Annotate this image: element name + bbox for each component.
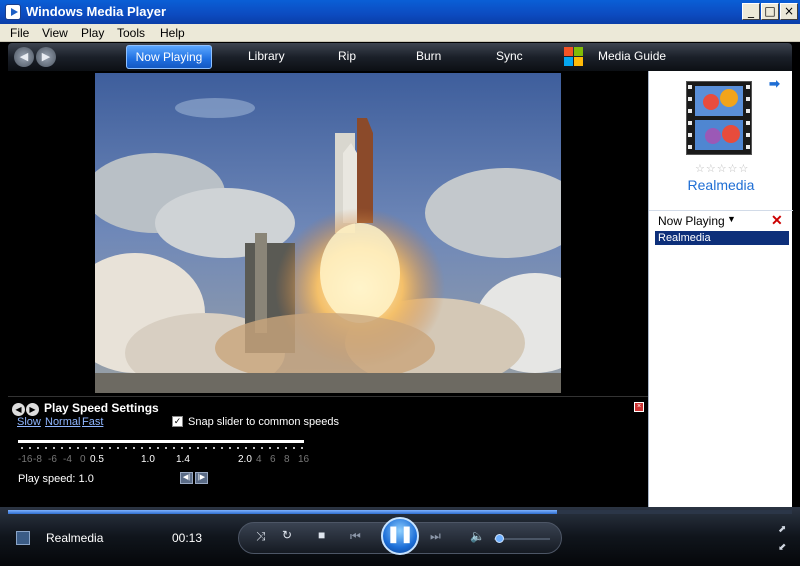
tick-label: 2.0 bbox=[238, 454, 252, 465]
menu-bar: File View Play Tools Help bbox=[0, 24, 800, 42]
tick-label: 1.4 bbox=[176, 454, 190, 465]
close-panel-icon[interactable]: × bbox=[634, 402, 644, 412]
nav-bar: ◀ ▶ Now Playing Library Rip Burn Sync Me… bbox=[8, 43, 792, 71]
tick-label: 0.5 bbox=[90, 454, 104, 465]
fast-link[interactable]: Fast bbox=[82, 416, 103, 428]
maximize-button[interactable]: □ bbox=[761, 3, 779, 20]
tick-label: -6 bbox=[48, 454, 57, 465]
tick-label: -16 bbox=[18, 454, 33, 465]
play-speed-panel: ◀ ▶ Play Speed Settings × Slow Normal Fas… bbox=[8, 396, 648, 507]
now-playing-pane: ➡ ☆☆☆☆☆ Realmedia Now Playing ▼ ✕ Realme… bbox=[648, 71, 793, 507]
video-area[interactable] bbox=[8, 71, 648, 396]
slider-tick-marks bbox=[18, 447, 304, 449]
tick-label: -8 bbox=[33, 454, 42, 465]
next-icon[interactable]: ⏭ bbox=[430, 529, 441, 544]
film-strip-icon bbox=[687, 82, 751, 154]
chevron-down-icon[interactable]: ▼ bbox=[727, 214, 736, 224]
tick-label: 8 bbox=[284, 454, 290, 465]
video-frame[interactable] bbox=[95, 73, 561, 393]
transport-bar: Realmedia 00:13 ⤨ ↻ ■ ⏮ ❚❚ ⏭ 🔈 ⬈ ⬋ bbox=[0, 507, 800, 566]
back-arrow-icon[interactable]: ◀ bbox=[14, 47, 34, 67]
menu-tools[interactable]: Tools bbox=[117, 26, 145, 40]
album-title[interactable]: Realmedia bbox=[649, 177, 793, 193]
playlist-item[interactable]: Realmedia bbox=[655, 231, 789, 245]
play-speed-value: Play speed: 1.0 bbox=[18, 473, 94, 485]
minimize-button[interactable]: _ bbox=[742, 3, 760, 20]
media-title: Realmedia bbox=[46, 531, 104, 545]
window-title: Windows Media Player bbox=[26, 4, 167, 19]
windows-flag-icon bbox=[564, 47, 584, 67]
tab-now-playing[interactable]: Now Playing bbox=[126, 45, 212, 69]
enhancement-nav: ◀ ▶ bbox=[12, 401, 40, 416]
repeat-icon[interactable]: ↻ bbox=[282, 528, 292, 542]
normal-link[interactable]: Normal bbox=[45, 416, 80, 428]
volume-knob[interactable] bbox=[495, 534, 504, 543]
close-button[interactable]: × bbox=[780, 3, 798, 20]
pause-button[interactable]: ❚❚ bbox=[381, 517, 419, 555]
tab-burn[interactable]: Burn bbox=[416, 49, 441, 63]
elapsed-time: 00:13 bbox=[172, 531, 203, 545]
snap-label: Snap slider to common speeds bbox=[188, 416, 340, 428]
tick-label: 6 bbox=[270, 454, 276, 465]
step-back-icon[interactable]: ◀| bbox=[180, 472, 193, 484]
shuttle-launch-image bbox=[95, 73, 561, 393]
rating-stars[interactable]: ☆☆☆☆☆ bbox=[695, 162, 749, 175]
tick-label: -4 bbox=[63, 454, 72, 465]
tab-library[interactable]: Library bbox=[248, 49, 285, 63]
menu-help[interactable]: Help bbox=[160, 26, 185, 40]
media-file-icon bbox=[16, 531, 30, 545]
go-arrow-icon[interactable]: ➡ bbox=[769, 76, 780, 92]
seek-bar[interactable] bbox=[8, 510, 792, 514]
tick-label: 1.0 bbox=[141, 454, 155, 465]
menu-file[interactable]: File bbox=[10, 26, 29, 40]
tick-label: 4 bbox=[256, 454, 262, 465]
now-playing-dropdown[interactable]: Now Playing bbox=[658, 214, 725, 228]
shuffle-icon[interactable]: ⤨ bbox=[256, 529, 266, 544]
speed-slider[interactable] bbox=[18, 440, 304, 443]
mute-icon[interactable]: 🔈 bbox=[470, 529, 485, 543]
switch-to-skin-icon[interactable]: ⬈ bbox=[778, 524, 786, 535]
full-screen-icon[interactable]: ⬋ bbox=[778, 542, 786, 553]
previous-enhancement-icon[interactable]: ◀ bbox=[12, 403, 25, 416]
previous-icon[interactable]: ⏮ bbox=[350, 529, 361, 544]
seek-progress bbox=[8, 510, 557, 514]
divider bbox=[649, 210, 793, 211]
slow-link[interactable]: Slow bbox=[17, 416, 41, 428]
tick-label: 0 bbox=[80, 454, 86, 465]
media-player-icon bbox=[5, 4, 21, 20]
menu-play[interactable]: Play bbox=[81, 26, 104, 40]
tab-media-guide[interactable]: Media Guide bbox=[598, 49, 666, 63]
clear-list-icon[interactable]: ✕ bbox=[771, 212, 783, 229]
album-art[interactable] bbox=[686, 81, 752, 155]
stop-icon[interactable]: ■ bbox=[318, 528, 325, 542]
next-enhancement-icon[interactable]: ▶ bbox=[26, 403, 39, 416]
menu-view[interactable]: View bbox=[42, 26, 68, 40]
panel-title: Play Speed Settings bbox=[44, 401, 159, 415]
snap-checkbox[interactable]: ✓ bbox=[172, 416, 183, 427]
tick-label: 16 bbox=[298, 454, 310, 465]
tab-rip[interactable]: Rip bbox=[338, 49, 356, 63]
forward-arrow-icon[interactable]: ▶ bbox=[36, 47, 56, 67]
title-bar: Windows Media Player _ □ × bbox=[0, 0, 800, 24]
tab-sync[interactable]: Sync bbox=[496, 49, 523, 63]
step-forward-icon[interactable]: |▶ bbox=[195, 472, 208, 484]
